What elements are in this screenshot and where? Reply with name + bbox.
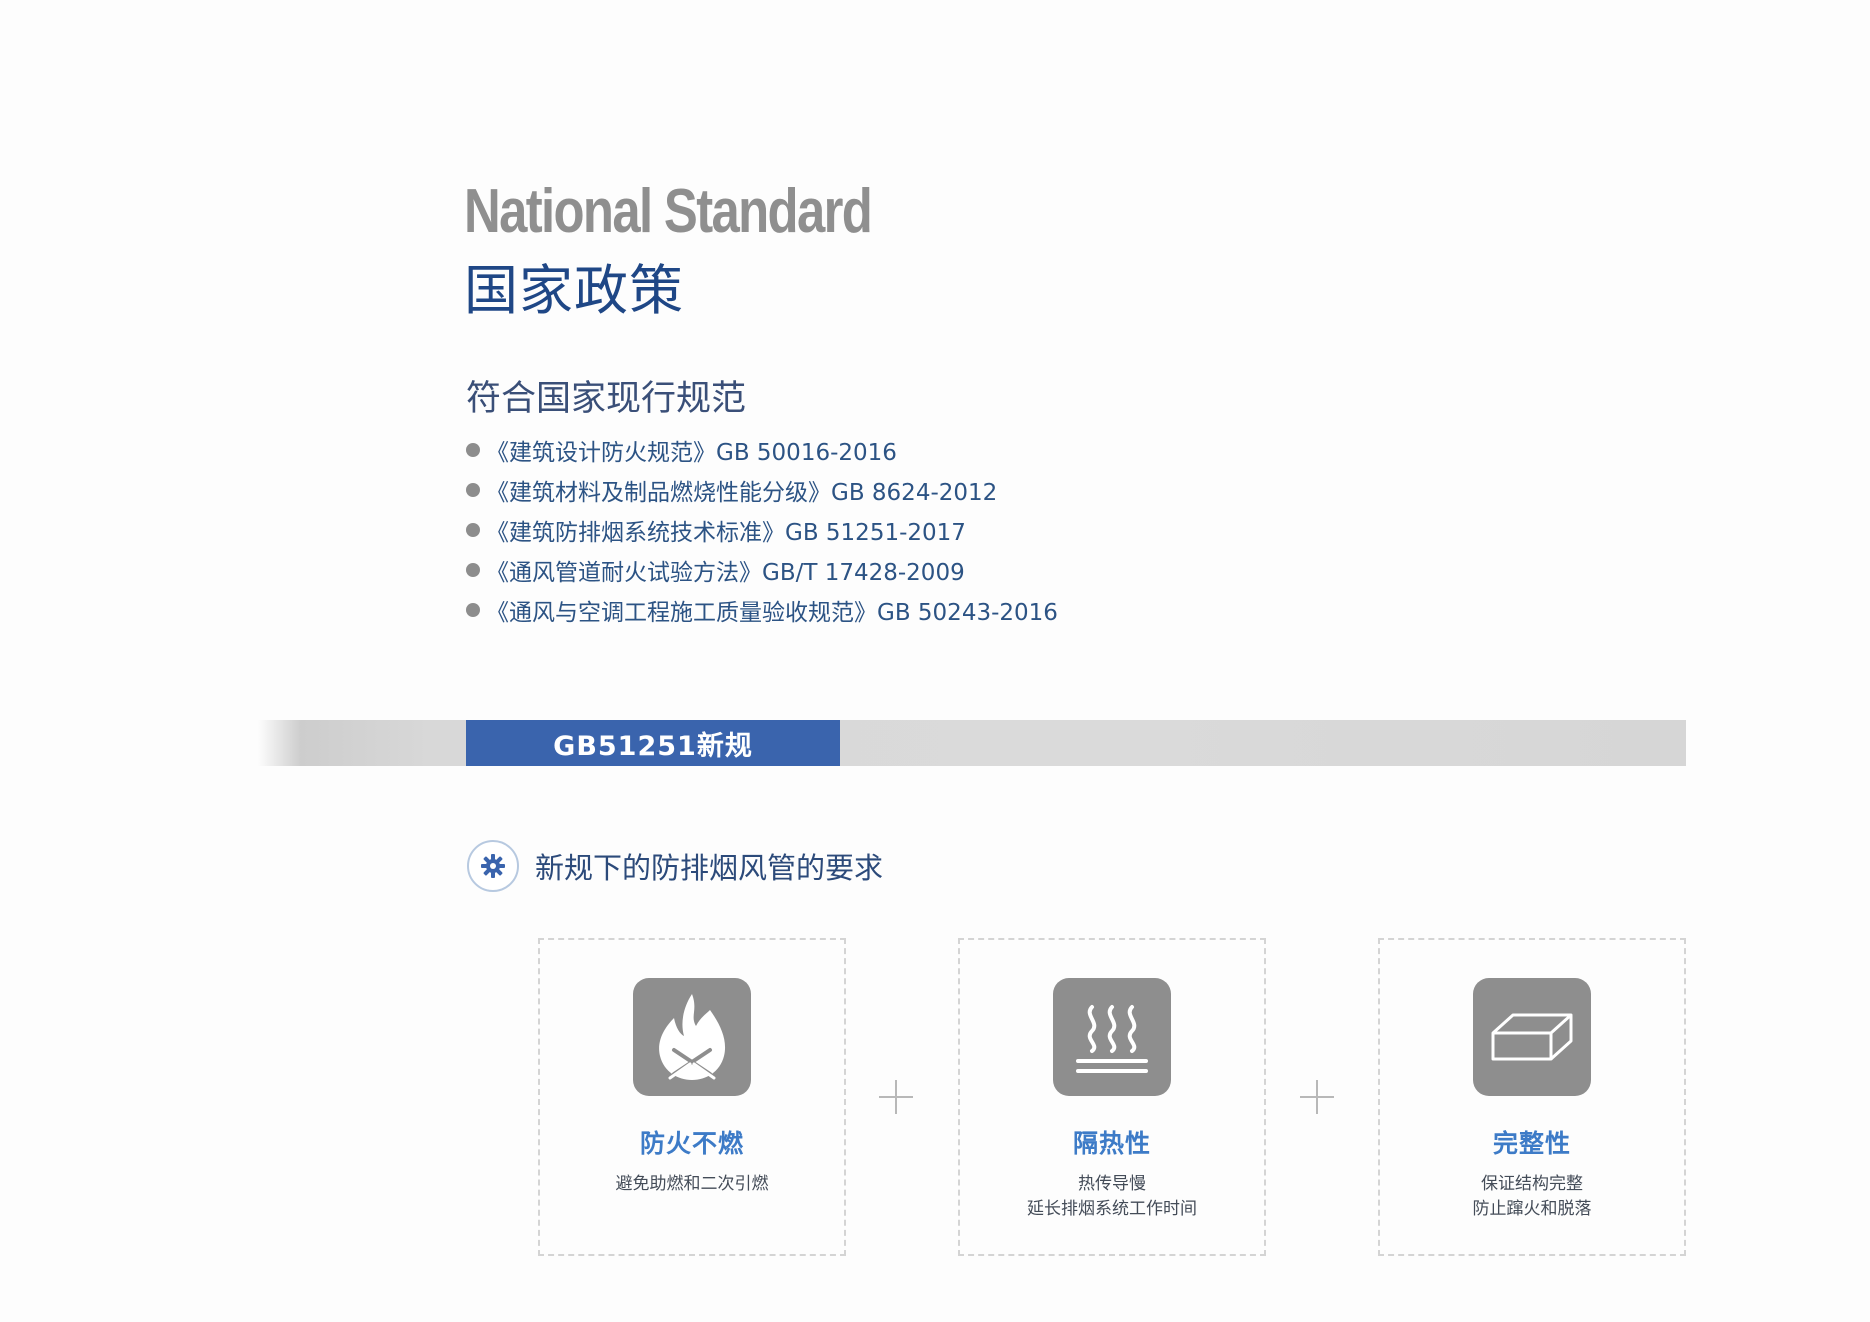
requirement-card-integrity: 完整性 保证结构完整 防止蹿火和脱落 bbox=[1378, 938, 1686, 1256]
card-desc-line: 热传导慢 bbox=[1078, 1174, 1146, 1194]
plus-icon bbox=[1300, 1080, 1334, 1114]
gear-badge bbox=[467, 840, 519, 892]
standard-item: 《通风管道耐火试验方法》GB/T 17428-2009 bbox=[466, 550, 1058, 590]
card-icon-tile bbox=[633, 978, 751, 1096]
card-title: 隔热性 bbox=[1072, 1129, 1151, 1158]
requirements-heading: 新规下的防排烟风管的要求 bbox=[467, 840, 883, 892]
page-title-en: National Standard bbox=[464, 177, 873, 246]
standard-item: 《通风与空调工程施工质量验收规范》GB 50243-2016 bbox=[466, 590, 1058, 630]
plus-icon bbox=[879, 1080, 913, 1114]
heat-icon bbox=[1076, 1005, 1148, 1073]
bullet-icon bbox=[466, 563, 480, 577]
card-desc: 热传导慢 延长排烟系统工作时间 bbox=[960, 1172, 1264, 1222]
bullet-icon bbox=[466, 523, 480, 537]
standard-item-text: 《建筑材料及制品燃烧性能分级》GB 8624-2012 bbox=[486, 480, 998, 506]
bullet-icon bbox=[466, 603, 480, 617]
card-desc: 避免助燃和二次引燃 bbox=[540, 1172, 844, 1197]
card-desc-line: 避免助燃和二次引燃 bbox=[615, 1174, 769, 1194]
standards-list: 《建筑设计防火规范》GB 50016-2016 《建筑材料及制品燃烧性能分级》G… bbox=[466, 430, 1058, 630]
requirement-card-insulation: 隔热性 热传导慢 延长排烟系统工作时间 bbox=[958, 938, 1266, 1256]
bullet-icon bbox=[466, 443, 480, 457]
block-icon bbox=[1491, 1013, 1573, 1061]
page-title-cn: 国家政策 bbox=[464, 259, 684, 322]
card-title: 防火不燃 bbox=[639, 1129, 744, 1158]
card-desc-line: 保证结构完整 bbox=[1481, 1174, 1583, 1194]
standard-item: 《建筑设计防火规范》GB 50016-2016 bbox=[466, 430, 1058, 470]
gear-icon bbox=[481, 854, 505, 878]
requirement-card-fireproof: 防火不燃 避免助燃和二次引燃 bbox=[538, 938, 846, 1256]
standards-heading: 符合国家现行规范 bbox=[466, 379, 747, 419]
card-icon-tile bbox=[1473, 978, 1591, 1096]
card-desc: 保证结构完整 防止蹿火和脱落 bbox=[1380, 1172, 1684, 1222]
card-desc-line: 防止蹿火和脱落 bbox=[1472, 1199, 1592, 1219]
requirements-title: 新规下的防排烟风管的要求 bbox=[535, 851, 884, 885]
banner-tab: GB51251新规 bbox=[466, 720, 840, 766]
standard-item-text: 《建筑防排烟系统技术标准》GB 51251-2017 bbox=[486, 520, 966, 546]
standard-item-text: 《通风与空调工程施工质量验收规范》GB 50243-2016 bbox=[486, 600, 1058, 626]
flame-icon bbox=[659, 994, 726, 1080]
standard-item-text: 《通风管道耐火试验方法》GB/T 17428-2009 bbox=[486, 560, 965, 586]
card-desc-line: 延长排烟系统工作时间 bbox=[1027, 1199, 1197, 1219]
standard-item-text: 《建筑设计防火规范》GB 50016-2016 bbox=[486, 440, 897, 466]
bullet-icon bbox=[466, 483, 480, 497]
standard-item: 《建筑防排烟系统技术标准》GB 51251-2017 bbox=[466, 510, 1058, 550]
card-icon-tile bbox=[1053, 978, 1171, 1096]
standard-item: 《建筑材料及制品燃烧性能分级》GB 8624-2012 bbox=[466, 470, 1058, 510]
card-title: 完整性 bbox=[1492, 1129, 1571, 1158]
